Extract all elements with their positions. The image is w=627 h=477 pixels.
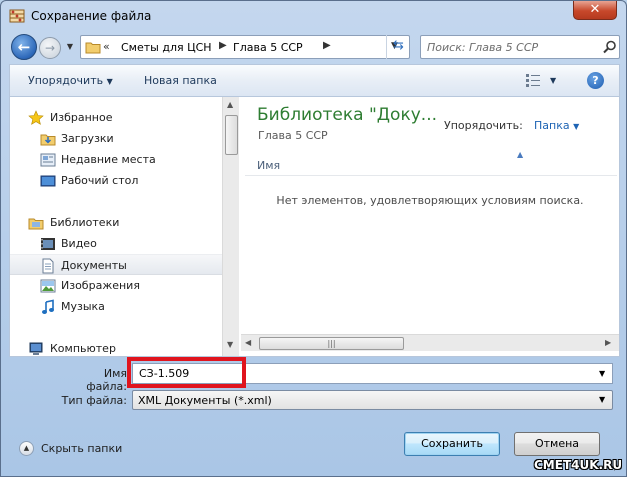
- chevron-down-icon: ▼: [66, 42, 74, 51]
- breadcrumb-item[interactable]: Глава 5 ССР: [233, 41, 303, 54]
- sidebar-item-documents[interactable]: Документы: [10, 254, 222, 275]
- search-box[interactable]: Поиск: Глава 5 ССР: [420, 35, 620, 59]
- change-view-button[interactable]: [525, 73, 543, 90]
- sidebar-item-music[interactable]: Музыка: [10, 296, 222, 317]
- help-button[interactable]: ?: [587, 72, 604, 89]
- grip-icon: |||: [327, 339, 336, 348]
- sidebar-item-pictures[interactable]: Изображения: [10, 275, 222, 296]
- library-title: Библиотека "Доку...: [257, 105, 438, 125]
- search-icon[interactable]: [603, 40, 617, 54]
- search-input[interactable]: Поиск: Глава 5 ССР: [427, 41, 538, 54]
- window-title: Сохранение файла: [31, 9, 152, 23]
- filetype-select[interactable]: XML Документы (*.xml) ▼: [132, 390, 613, 410]
- chevron-down-icon: ▼: [599, 395, 606, 404]
- sidebar-item-video[interactable]: Видео: [10, 233, 222, 254]
- documents-icon: [42, 258, 54, 274]
- watermark: CMET4UK.RU: [534, 458, 623, 472]
- sidebar-item-desktop[interactable]: Рабочий стол: [10, 170, 222, 191]
- star-icon: [28, 110, 44, 125]
- forward-arrow-icon: →: [44, 41, 56, 55]
- sort-ascending-icon: ▲: [517, 150, 524, 159]
- desktop-icon: [40, 175, 56, 187]
- scroll-up-icon[interactable]: ▲: [227, 100, 233, 109]
- help-icon: ?: [592, 74, 599, 87]
- scroll-left-icon[interactable]: ◀: [245, 338, 251, 347]
- highlight-annotation: [127, 357, 246, 388]
- filetype-selected-value: XML Документы (*.xml): [138, 394, 272, 407]
- scroll-right-icon[interactable]: ▶: [605, 338, 611, 347]
- arrange-by-dropdown[interactable]: Папка ▼: [534, 119, 579, 132]
- breadcrumb-separator[interactable]: ▶: [323, 40, 331, 51]
- sidebar-item-favorites[interactable]: Избранное: [10, 107, 222, 128]
- pictures-icon: [40, 279, 56, 293]
- breadcrumb-item[interactable]: Сметы для ЦСН: [121, 41, 212, 54]
- library-subtitle: Глава 5 ССР: [258, 129, 328, 142]
- folder-icon: [85, 42, 101, 54]
- computer-icon: [29, 342, 43, 355]
- chevron-down-icon: ▼: [106, 77, 113, 86]
- title-bar[interactable]: Сохранение файла ✕: [1, 1, 626, 31]
- chevron-down-icon: ▼: [573, 122, 580, 131]
- refresh-button[interactable]: ⇆: [386, 35, 410, 59]
- column-header-divider: [245, 175, 617, 176]
- sidebar-item-computer[interactable]: Компьютер: [10, 338, 222, 356]
- back-button[interactable]: ←: [11, 34, 37, 60]
- forward-button[interactable]: →: [39, 37, 61, 59]
- recent-pages-dropdown[interactable]: ▼: [64, 39, 76, 55]
- empty-state-message: Нет элементов, удовлетворяющих условиям …: [276, 194, 584, 207]
- cancel-button[interactable]: Отмена: [514, 432, 600, 456]
- close-icon: ✕: [589, 2, 601, 17]
- arrange-by-label: Упорядочить:: [444, 119, 523, 132]
- recent-places-icon: [40, 153, 56, 167]
- organize-menu-button[interactable]: Упорядочить ▼: [28, 74, 113, 87]
- view-options-dropdown[interactable]: ▼: [550, 76, 556, 85]
- music-icon: [42, 299, 54, 314]
- save-file-dialog: Сохранение файла ✕ ← → ▼ « Сметы для ЦСН…: [0, 0, 627, 477]
- sidebar-item-recent-places[interactable]: Недавние места: [10, 149, 222, 170]
- abacus-app-icon: [9, 9, 25, 23]
- breadcrumb-separator[interactable]: ▶: [219, 40, 227, 51]
- libraries-icon: [28, 218, 44, 230]
- view-list-icon: [526, 74, 540, 87]
- scrollbar-thumb[interactable]: [225, 115, 238, 155]
- column-header-name[interactable]: Имя: [257, 159, 280, 172]
- filetype-label: Тип файла:: [61, 394, 127, 407]
- browser-area: Избранное Загрузки Недавние места Рабочи…: [9, 96, 620, 357]
- address-bar[interactable]: « Сметы для ЦСН ▶ Глава 5 ССР ▶ ▼: [80, 35, 410, 59]
- hide-folders-label: Скрыть папки: [41, 442, 123, 455]
- navigation-pane: Избранное Загрузки Недавние места Рабочи…: [10, 97, 240, 356]
- filename-history-dropdown[interactable]: ▼: [599, 369, 605, 378]
- command-bar: Упорядочить ▼ Новая папка ▼ ?: [9, 64, 620, 96]
- new-folder-button[interactable]: Новая папка: [144, 74, 217, 87]
- video-icon: [41, 238, 55, 250]
- file-list-pane: Библиотека "Доку... Глава 5 ССР Упорядоч…: [241, 97, 619, 356]
- scroll-down-icon[interactable]: ▼: [227, 340, 233, 349]
- back-arrow-icon: ←: [17, 38, 31, 56]
- file-list-scrollbar[interactable]: ◀ ||| ▶: [241, 334, 619, 351]
- breadcrumb-overflow[interactable]: «: [103, 40, 110, 53]
- sidebar-item-libraries[interactable]: Библиотеки: [10, 212, 222, 233]
- sidebar-scrollbar[interactable]: ▲ ▼: [222, 97, 239, 356]
- scrollbar-thumb[interactable]: |||: [259, 337, 404, 350]
- navigation-bar: ← → ▼ « Сметы для ЦСН ▶ Глава 5 ССР ▶ ▼ …: [8, 33, 620, 61]
- save-button[interactable]: Сохранить: [404, 432, 500, 456]
- chevron-up-icon: ▲: [19, 441, 34, 456]
- close-button[interactable]: ✕: [573, 1, 617, 20]
- downloads-folder-icon: [40, 134, 56, 146]
- sidebar-item-downloads[interactable]: Загрузки: [10, 128, 222, 149]
- refresh-icon: ⇆: [393, 38, 404, 53]
- filename-label: Имя файла:: [86, 367, 127, 393]
